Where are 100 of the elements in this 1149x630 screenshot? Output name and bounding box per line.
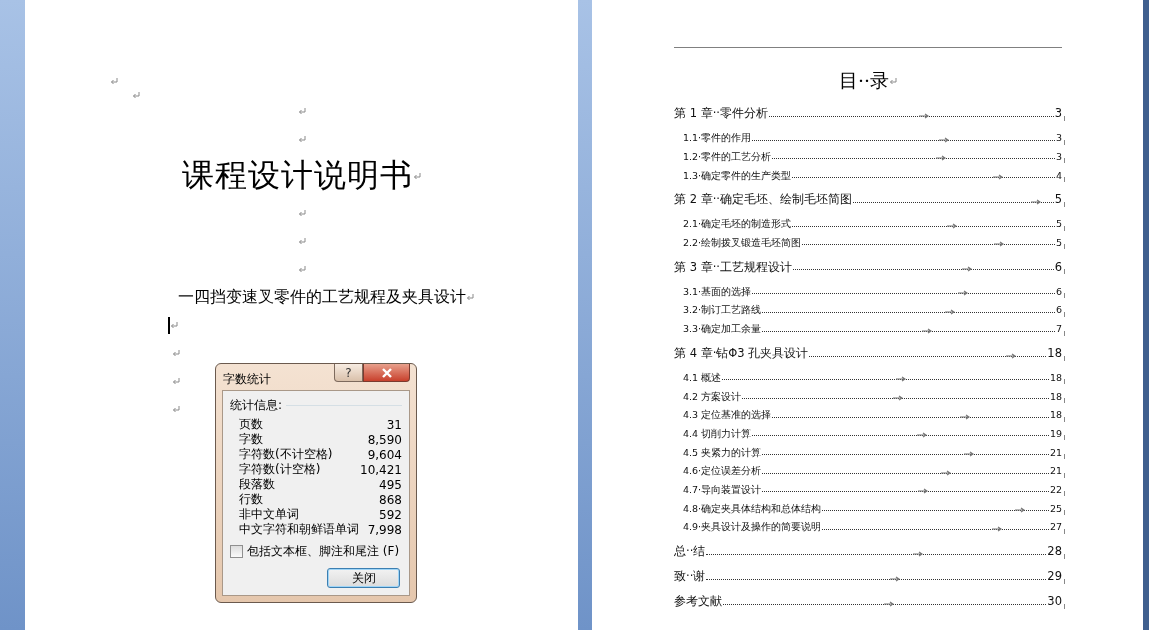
toc-page-number: 6 bbox=[1054, 259, 1062, 275]
checkbox[interactable] bbox=[230, 545, 243, 558]
tab-arrow-icon bbox=[922, 327, 933, 334]
toc-entry-title[interactable]: 3.3·确定加工余量 bbox=[683, 323, 762, 336]
stat-value: 31 bbox=[386, 417, 402, 432]
toc-entry-title[interactable]: 致··谢 bbox=[674, 568, 706, 584]
toc-entry-title[interactable]: 2.2·绘制拨叉锻造毛坯简图 bbox=[683, 237, 802, 250]
toc-page-number: 27 bbox=[1049, 521, 1062, 534]
stat-value: 868 bbox=[379, 492, 402, 507]
toc-entry-title[interactable]: 2.1·确定毛坯的制造形式 bbox=[683, 218, 792, 231]
toc-page-number: 5 bbox=[1055, 237, 1062, 250]
toc-page-number: 30 bbox=[1047, 593, 1062, 609]
group-label: 统计信息: bbox=[230, 397, 283, 414]
stat-label: 非中文单词 bbox=[239, 506, 299, 523]
tab-arrow-icon bbox=[890, 575, 901, 582]
tab-arrow-icon bbox=[993, 174, 1004, 181]
close-button[interactable] bbox=[363, 364, 410, 382]
toc-page-number: 5 bbox=[1054, 192, 1062, 208]
toc-page-number: 18 bbox=[1049, 390, 1062, 403]
tab-arrow-icon bbox=[941, 469, 952, 476]
toc-page-number: 7 bbox=[1055, 323, 1062, 336]
tab-arrow-icon bbox=[964, 450, 975, 457]
dialog-title: 字数统计 bbox=[223, 371, 271, 388]
toc-page-number: 21 bbox=[1049, 446, 1062, 459]
toc-entry-title[interactable]: 第 3 章··工艺规程设计 bbox=[674, 259, 792, 275]
tab-arrow-icon bbox=[918, 113, 929, 119]
toc-entry-title[interactable]: 第 1 章··零件分析 bbox=[674, 106, 768, 121]
tab-arrow-icon bbox=[945, 308, 956, 315]
stat-label: 中文字符和朝鲜语单词 bbox=[239, 521, 359, 538]
toc-page-number: 5 bbox=[1055, 218, 1062, 231]
toc-entry-title[interactable]: 4.5 夹紧力的计算 bbox=[683, 446, 762, 459]
toc-page-number: 22 bbox=[1049, 483, 1062, 497]
document-subtitle: 一四挡变速叉零件的工艺规程及夹具设计 bbox=[178, 286, 466, 308]
toc-entry-title[interactable]: 4.6·定位误差分析 bbox=[683, 465, 762, 478]
stat-value: 7,998 bbox=[367, 522, 402, 537]
toc-page-number: 4 bbox=[1055, 169, 1062, 183]
toc-entry-title[interactable]: 4.8·确定夹具体结构和总体结构 bbox=[683, 502, 822, 515]
tab-arrow-icon bbox=[947, 222, 958, 229]
tab-arrow-icon bbox=[992, 525, 1003, 532]
toc-page-number: 6 bbox=[1055, 285, 1062, 299]
toc-entry-title[interactable]: 1.2·零件的工艺分析 bbox=[683, 151, 772, 164]
stat-label: 字符数(计空格) bbox=[239, 461, 321, 478]
toc-entry-title[interactable]: 参考文献 bbox=[674, 593, 722, 609]
help-button[interactable]: ? bbox=[334, 364, 363, 382]
toc-entry-title[interactable]: 4.3 定位基准的选择 bbox=[683, 409, 772, 422]
toc-entry-title[interactable]: 第 4 章·钻Φ3 孔夹具设计 bbox=[674, 345, 809, 361]
stat-value: 8,590 bbox=[367, 432, 402, 447]
checkbox-label[interactable]: 包括文本框、脚注和尾注 (F) bbox=[247, 543, 400, 560]
toc-entry-title[interactable]: 1.3·确定零件的生产类型 bbox=[683, 169, 792, 183]
stat-label: 字数 bbox=[239, 431, 263, 448]
tab-arrow-icon bbox=[1015, 507, 1026, 513]
stat-label: 页数 bbox=[239, 416, 263, 433]
toc-entry-title[interactable]: 4.2 方案设计 bbox=[683, 390, 742, 403]
tab-arrow-icon bbox=[913, 550, 924, 557]
toc-page-number: 3 bbox=[1054, 106, 1062, 121]
toc-page-number: 18 bbox=[1049, 371, 1062, 385]
toc-entry-title[interactable]: 4.9·夹具设计及操作的简要说明 bbox=[683, 521, 822, 534]
tab-arrow-icon bbox=[994, 241, 1005, 248]
text-cursor bbox=[168, 316, 170, 334]
stat-label: 段落数 bbox=[239, 476, 275, 493]
toc-page-number: 19 bbox=[1049, 427, 1062, 441]
tab-arrow-icon bbox=[960, 413, 971, 420]
tab-arrow-icon bbox=[1006, 352, 1017, 359]
tab-arrow-icon bbox=[1030, 199, 1041, 206]
tab-arrow-icon bbox=[958, 290, 969, 297]
tab-arrow-icon bbox=[961, 266, 972, 273]
stat-value: 495 bbox=[379, 477, 402, 492]
tab-arrow-icon bbox=[936, 155, 947, 162]
stat-value: 592 bbox=[379, 507, 402, 522]
tab-arrow-icon bbox=[939, 136, 950, 143]
close-dialog-button[interactable]: 关闭 bbox=[327, 568, 400, 588]
toc-page-number: 28 bbox=[1047, 543, 1062, 559]
toc-page-number: 21 bbox=[1049, 465, 1062, 478]
toc-entry-title[interactable]: 4.4 切削力计算 bbox=[683, 427, 752, 441]
toc-page-number: 6 bbox=[1055, 304, 1062, 317]
toc-entry-title[interactable]: 第 2 章··确定毛坯、绘制毛坯简图 bbox=[674, 192, 852, 208]
document-title: 课程设计说明书 bbox=[182, 155, 413, 196]
toc-page-number: 18 bbox=[1047, 345, 1062, 361]
tab-arrow-icon bbox=[893, 394, 904, 401]
tab-arrow-icon bbox=[884, 600, 894, 607]
tab-arrow-icon bbox=[918, 488, 929, 495]
stat-label: 字符数(不计空格) bbox=[239, 446, 333, 463]
tab-arrow-icon bbox=[917, 432, 928, 439]
toc-entry-title[interactable]: 4.7·导向装置设计 bbox=[683, 483, 762, 497]
toc-page-number: 18 bbox=[1049, 409, 1062, 422]
stat-value: 9,604 bbox=[367, 447, 402, 462]
toc-entry-title[interactable]: 4.1 概述 bbox=[683, 371, 722, 385]
stat-value: 10,421 bbox=[360, 462, 402, 477]
tab-arrow-icon bbox=[896, 376, 907, 383]
toc-title: 目··录 bbox=[838, 68, 890, 93]
toc-entry-title[interactable]: 1.1·零件的作用 bbox=[683, 132, 752, 145]
toc-page-number: 3 bbox=[1055, 132, 1062, 145]
toc-entry-title[interactable]: 总··结 bbox=[674, 543, 706, 559]
toc-page-number: 25 bbox=[1049, 502, 1062, 515]
toc-page-number: 29 bbox=[1047, 568, 1062, 584]
stat-label: 行数 bbox=[239, 491, 263, 508]
close-icon bbox=[380, 367, 393, 378]
toc-entry-title[interactable]: 3.2·制订工艺路线 bbox=[683, 304, 762, 317]
toc-entry-title[interactable]: 3.1·基面的选择 bbox=[683, 285, 752, 299]
toc-page-number: 3 bbox=[1055, 151, 1062, 164]
